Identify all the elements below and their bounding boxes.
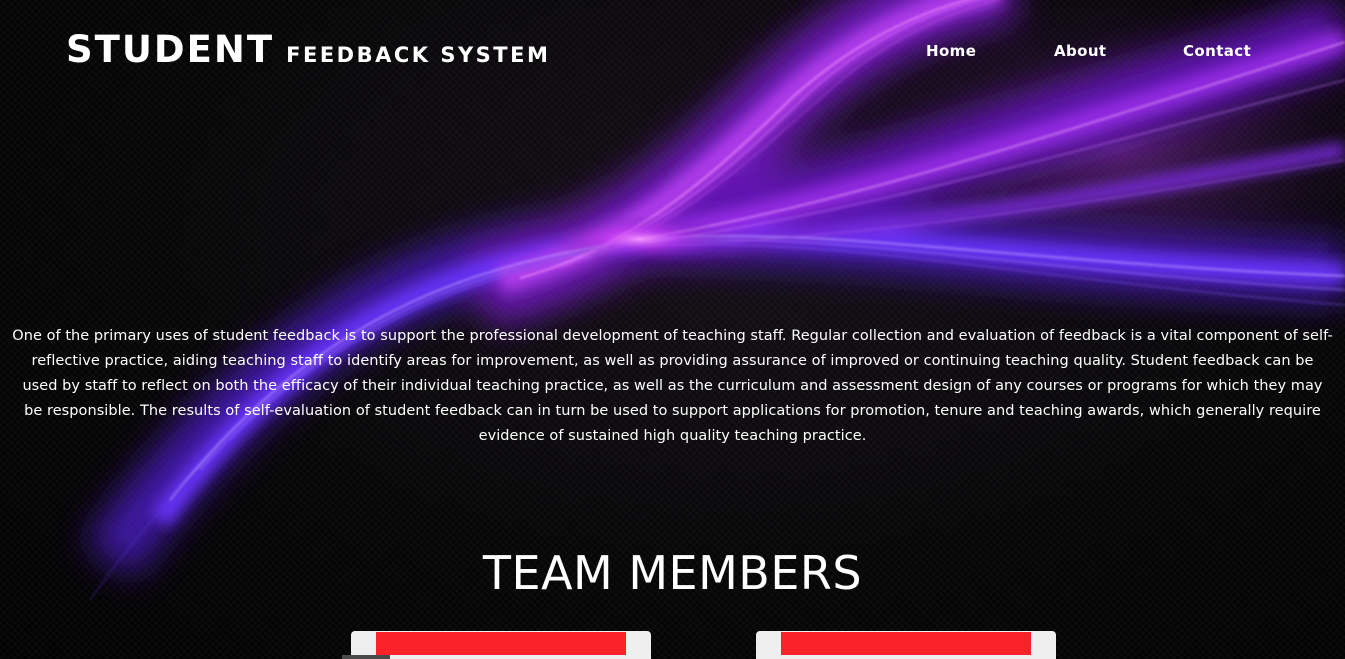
site-logo[interactable]: STUDENT FEEDBACK SYSTEM	[66, 28, 550, 71]
nav-link-about[interactable]: About	[1054, 42, 1107, 60]
team-member-card[interactable]	[756, 631, 1056, 659]
page: STUDENT FEEDBACK SYSTEM Home About Contac…	[0, 0, 1345, 659]
horizontal-scrollbar-thumb[interactable]	[342, 655, 390, 659]
logo-main-text: STUDENT	[66, 28, 275, 71]
nav-link-contact[interactable]: Contact	[1183, 42, 1251, 60]
site-header: STUDENT FEEDBACK SYSTEM Home About Contac…	[0, 0, 1345, 100]
intro-paragraph: One of the primary uses of student feedb…	[12, 327, 1333, 444]
team-member-card[interactable]	[351, 631, 651, 659]
team-card-banner	[781, 632, 1031, 655]
nav-link-home[interactable]: Home	[926, 42, 976, 60]
team-members-heading: TEAM MEMBERS	[482, 546, 863, 601]
team-card-banner	[376, 632, 626, 655]
logo-sub-text: FEEDBACK SYSTEM	[286, 43, 551, 67]
